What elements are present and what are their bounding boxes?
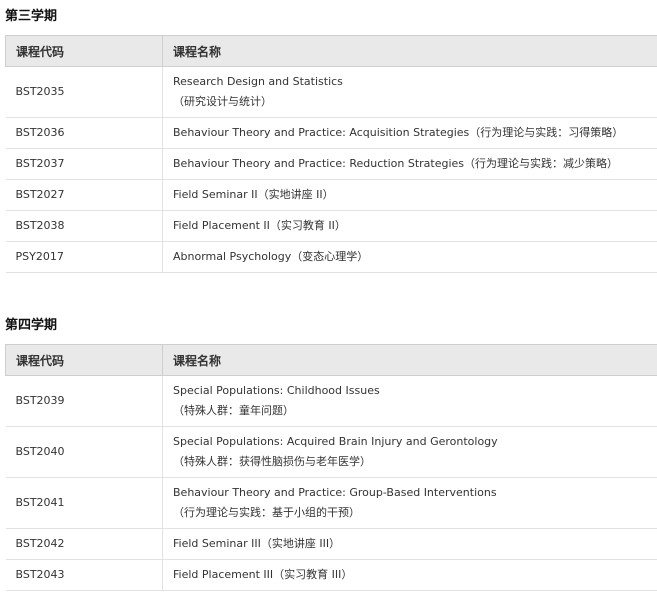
course-name-cell: Research Design and Statistics （研究设计与统计） (162, 66, 657, 118)
course-name-cell: Behaviour Theory and Practice: Acquisiti… (162, 117, 657, 149)
course-name-cell: Field Seminar III（实地讲座 III） (162, 528, 657, 560)
course-name-cell: Special Populations: Childhood Issues （特殊… (162, 375, 657, 427)
course-name-cell: Behaviour Theory and Practice: Reduction… (162, 148, 657, 180)
course-code-header: 课程代码 (5, 344, 163, 376)
table-row: BST2035 Research Design and Statistics （研究… (5, 66, 657, 118)
table-row: BST2040 Special Populations: Acquired Bra… (5, 426, 657, 478)
course-code-cell: BST2038 (5, 210, 163, 242)
course-name-line: （特殊人群：童年问题） (173, 404, 294, 417)
semester-4-title: 第四学期 (5, 318, 58, 333)
course-code-cell: BST2040 (5, 426, 163, 478)
course-code-cell: BST2041 (5, 477, 163, 529)
course-name-line: Behaviour Theory and Practice: Group-Bas… (173, 486, 497, 499)
table-row: BST2042 Field Seminar III（实地讲座 III） (5, 528, 657, 560)
course-code-cell: BST2043 (5, 559, 163, 591)
table-row: PSY2017 Abnormal Psychology（变态心理学） (5, 241, 657, 273)
course-code-header: 课程代码 (5, 35, 163, 67)
course-code-cell: BST2039 (5, 375, 163, 427)
course-name-header: 课程名称 (162, 35, 657, 67)
semester-4-course-rows: BST2039 Special Populations: Childhood Is… (5, 375, 657, 591)
course-name-line: （特殊人群：获得性脑损伤与老年医学） (173, 455, 371, 468)
course-name-line: Special Populations: Childhood Issues (173, 384, 380, 397)
table-row: BST2039 Special Populations: Childhood Is… (5, 375, 657, 427)
semester-4-course-table: 课程代码 课程名称 BST2039 Special Populations: Ch… (5, 344, 657, 591)
course-name-cell: Abnormal Psychology（变态心理学） (162, 241, 657, 273)
course-name-line: Field Seminar III（实地讲座 III） (173, 537, 341, 550)
course-code-cell: PSY2017 (5, 241, 163, 273)
course-name-cell: Field Placement II（实习教育 II） (162, 210, 657, 242)
course-code-cell: BST2037 (5, 148, 163, 180)
course-name-line: Abnormal Psychology（变态心理学） (173, 250, 369, 263)
table-header-row: 课程代码 课程名称 (5, 344, 657, 376)
table-row: BST2036 Behaviour Theory and Practice: Ac… (5, 117, 657, 149)
course-name-header: 课程名称 (162, 344, 657, 376)
course-name-line: （研究设计与统计） (173, 95, 272, 108)
course-name-line: Field Placement II（实习教育 II） (173, 219, 346, 232)
course-code-cell: BST2036 (5, 117, 163, 149)
course-name-cell: Behaviour Theory and Practice: Group-Bas… (162, 477, 657, 529)
semester-3-course-table: 课程代码 课程名称 BST2035 Research Design and Sta… (5, 35, 657, 273)
course-name-line: Field Placement III（实习教育 III） (173, 568, 353, 581)
table-row: BST2043 Field Placement III（实习教育 III） (5, 559, 657, 591)
course-name-cell: Special Populations: Acquired Brain Inju… (162, 426, 657, 478)
course-name-line: Special Populations: Acquired Brain Inju… (173, 435, 498, 448)
table-header-row: 课程代码 课程名称 (5, 35, 657, 67)
course-name-line: Behaviour Theory and Practice: Acquisiti… (173, 126, 624, 139)
course-name-line: Research Design and Statistics (173, 75, 343, 88)
course-name-line: Field Seminar II（实地讲座 II） (173, 188, 334, 201)
course-code-cell: BST2042 (5, 528, 163, 560)
semester-3-course-rows: BST2035 Research Design and Statistics （研究… (5, 66, 657, 273)
table-row: BST2027 Field Seminar II（实地讲座 II） (5, 179, 657, 211)
course-name-cell: Field Placement III（实习教育 III） (162, 559, 657, 591)
course-name-line: （行为理论与实践：基于小组的干预） (173, 506, 360, 519)
course-name-cell: Field Seminar II（实地讲座 II） (162, 179, 657, 211)
course-code-cell: BST2027 (5, 179, 163, 211)
course-name-line: Behaviour Theory and Practice: Reduction… (173, 157, 619, 170)
course-code-cell: BST2035 (5, 66, 163, 118)
table-row: BST2041 Behaviour Theory and Practice: Gr… (5, 477, 657, 529)
semester-3-title: 第三学期 (5, 9, 58, 24)
table-row: BST2037 Behaviour Theory and Practice: Re… (5, 148, 657, 180)
table-row: BST2038 Field Placement II（实习教育 II） (5, 210, 657, 242)
